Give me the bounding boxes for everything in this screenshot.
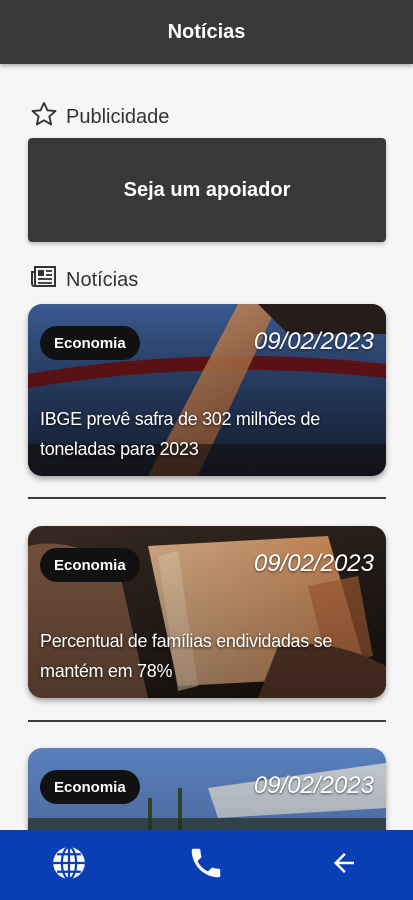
back-button[interactable]	[309, 830, 379, 900]
news-date: 09/02/2023	[253, 328, 374, 355]
category-badge[interactable]: Economia	[40, 326, 140, 360]
globe-button[interactable]	[34, 830, 104, 900]
app-bar: Notícias	[0, 0, 413, 64]
category-badge[interactable]: Economia	[40, 548, 140, 582]
support-banner-text: Seja um apoiador	[123, 178, 291, 201]
news-feed[interactable]: Publicidade Seja um apoiador Notícias Ec…	[0, 64, 413, 830]
news-card[interactable]: Economia 09/02/2023	[28, 748, 386, 830]
back-arrow-icon	[329, 848, 359, 883]
newspaper-icon	[30, 264, 58, 296]
support-banner[interactable]: Seja um apoiador	[28, 138, 386, 242]
ad-section-header: Publicidade	[30, 100, 169, 134]
divider	[28, 720, 386, 722]
page-title: Notícias	[167, 20, 246, 43]
globe-icon	[50, 844, 88, 887]
news-date: 09/02/2023	[253, 550, 374, 577]
news-card[interactable]: Economia 09/02/2023 IBGE prevê safra de …	[28, 304, 386, 476]
phone-button[interactable]	[171, 830, 241, 900]
news-title: IBGE prevê safra de 302 milhões de tonel…	[40, 409, 320, 459]
star-outline-icon	[30, 100, 58, 134]
news-card[interactable]: Economia 09/02/2023 Percentual de famíli…	[28, 526, 386, 698]
divider	[28, 497, 386, 499]
news-date: 09/02/2023	[253, 772, 374, 799]
news-section-header: Notícias	[30, 264, 138, 296]
category-badge[interactable]: Economia	[40, 770, 140, 804]
phone-icon	[187, 844, 225, 887]
ad-section-label: Publicidade	[66, 105, 170, 128]
bottom-nav	[0, 830, 413, 900]
news-title: Percentual de famílias endividadas se ma…	[40, 631, 333, 681]
news-section-label: Notícias	[66, 268, 139, 291]
